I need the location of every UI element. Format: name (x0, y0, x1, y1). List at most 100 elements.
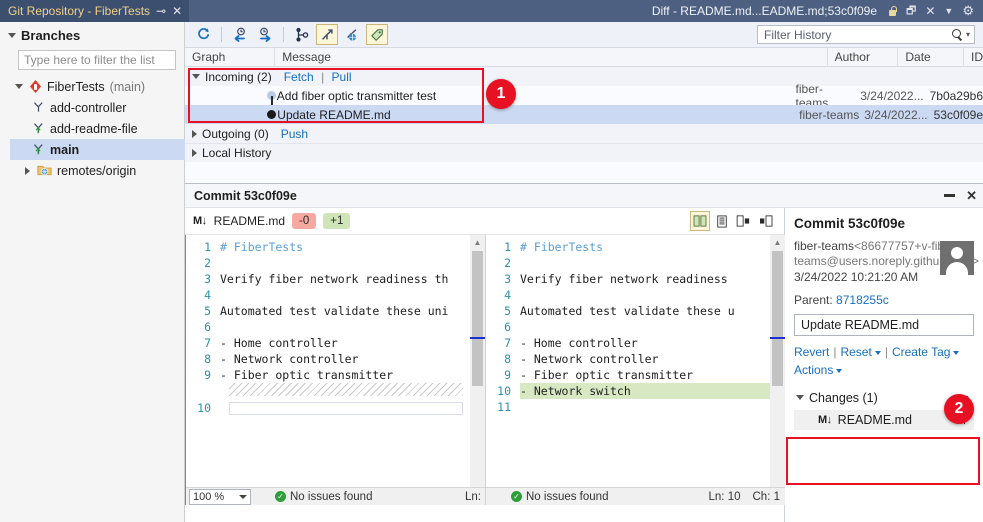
scrollbar-right-pane[interactable]: ▲ ▼ (770, 235, 785, 505)
document-title-area: Diff - README.md...EADME.md;53c0f09e 🗗 ✕… (652, 2, 983, 21)
zoom-level-select[interactable]: 100 % (189, 488, 251, 505)
line-number: 5 (204, 304, 211, 318)
commit-date: 3/24/2022... (864, 107, 928, 122)
history-group-label: Outgoing (0) (202, 126, 269, 141)
line-text: # FiberTests (220, 240, 304, 254)
chevron-down-icon[interactable] (192, 74, 200, 79)
commit-message-input[interactable]: Update README.md (794, 314, 974, 336)
table-row[interactable]: Update README.md fiber-teams 3/24/2022..… (185, 105, 983, 124)
code-line: 1 # FiberTests (186, 239, 485, 255)
tool-window-tab-git-repository[interactable]: Git Repository - FiberTests ⊸ ✕ (0, 0, 190, 22)
line-number: 1 (504, 240, 511, 254)
close-icon[interactable]: ✕ (172, 5, 182, 17)
chevron-right-icon[interactable] (192, 149, 197, 157)
right-only-view-icon[interactable] (756, 211, 776, 231)
float-window-icon[interactable]: 🗗 (906, 2, 916, 21)
diff-pane-left[interactable]: 1 # FiberTests 2 3 Verify fiber network re… (185, 235, 485, 505)
diff-filename: README.md (213, 214, 286, 228)
show-branches-icon[interactable] (316, 24, 338, 45)
column-header-author[interactable]: Author (828, 47, 899, 67)
scroll-up-icon[interactable]: ▲ (770, 235, 785, 249)
branch-tracked-icon (33, 144, 43, 155)
history-group-outgoing[interactable]: Outgoing (0) Push (185, 124, 983, 143)
tree-item-fibertests[interactable]: FiberTests (main) (10, 76, 184, 97)
search-icon[interactable] (951, 29, 963, 40)
table-row[interactable]: Add fiber optic transmitter test fiber-t… (185, 82, 983, 110)
scrollbar-thumb[interactable] (772, 251, 783, 386)
show-tags-icon[interactable] (366, 24, 388, 45)
pull-link[interactable]: Pull (332, 70, 352, 84)
history-group-label: Local History (202, 146, 272, 160)
push-outgoing-icon[interactable] (254, 24, 276, 45)
chevron-down-icon[interactable] (796, 395, 804, 400)
close-icon[interactable]: ✕ (966, 188, 977, 204)
zoom-level-value: 100 % (193, 490, 225, 503)
line-text: Automated test validate these uni (220, 304, 449, 318)
left-only-view-icon[interactable] (734, 211, 754, 231)
line-text (520, 287, 785, 303)
line-number: 9 (504, 368, 511, 382)
pin-icon[interactable]: ⊸ (156, 5, 166, 17)
sidebar-item-add-controller[interactable]: add-controller (10, 97, 184, 118)
scroll-up-icon[interactable]: ▲ (470, 235, 485, 249)
annotation-badge-1: 1 (486, 79, 516, 109)
chevron-right-icon[interactable] (192, 129, 197, 138)
line-number: 6 (504, 320, 511, 334)
scrollbar-thumb[interactable] (472, 251, 483, 386)
push-link[interactable]: Push (281, 127, 308, 141)
history-group-local-history[interactable]: Local History (185, 143, 983, 162)
column-header-id[interactable]: ID (964, 48, 983, 67)
chevron-down-icon[interactable] (953, 350, 960, 355)
markdown-file-icon: M↓ (193, 215, 207, 227)
sidebar-item-remotes-origin[interactable]: remotes/origin (10, 160, 184, 181)
history-group-incoming[interactable]: Incoming (2) Fetch | Pull (185, 67, 983, 86)
parent-commit-link[interactable]: 8718255c (836, 293, 889, 307)
line-text (220, 255, 485, 271)
diff-pane-right[interactable]: 1 # FiberTests 2 3 Verify fiber network re… (485, 235, 785, 505)
commit-parent-row: Parent: 8718255c (794, 293, 974, 307)
column-header-graph[interactable]: Graph (185, 47, 276, 67)
code-line: 1 # FiberTests (486, 239, 785, 255)
code-line: 6 (486, 319, 785, 335)
fetch-link[interactable]: Fetch (284, 70, 314, 84)
revert-button[interactable]: Revert (794, 345, 829, 359)
additions-badge: +1 (323, 213, 351, 229)
line-number: 8 (504, 352, 511, 366)
tree-item-suffix: (main) (109, 79, 146, 94)
actions-menu-button[interactable]: Actions (794, 363, 833, 377)
code-line: 7 - Home controller (486, 335, 785, 351)
chevron-right-icon[interactable] (22, 166, 32, 175)
branch-graph-icon[interactable] (291, 24, 313, 45)
sidebar-item-main[interactable]: main (10, 139, 185, 160)
line-text: - Network controller (220, 352, 359, 366)
history-list: Incoming (2) Fetch | Pull Add fiber opti… (185, 67, 983, 183)
fetch-incoming-icon[interactable] (229, 24, 251, 45)
scrollbar-left-pane[interactable]: ▲ ▼ (470, 235, 485, 505)
inline-view-icon[interactable] (712, 211, 732, 231)
refresh-icon[interactable] (192, 24, 214, 45)
create-tag-button[interactable]: Create Tag (892, 345, 950, 359)
minimize-icon[interactable] (944, 193, 956, 197)
git-repository-window: Git Repository - FiberTests ⊸ ✕ Diff - R… (0, 0, 983, 522)
code-line: 9 - Fiber optic transmitter (486, 367, 785, 383)
gear-icon[interactable]: ⚙ (962, 3, 974, 19)
column-header-date[interactable]: Date (898, 47, 965, 67)
sidebar-item-add-readme-file[interactable]: add-readme-file (10, 118, 184, 139)
title-bar: Git Repository - FiberTests ⊸ ✕ Diff - R… (0, 0, 983, 22)
commit-date: 3/24/2022... (860, 88, 924, 103)
chevron-down-icon[interactable] (874, 350, 881, 355)
chevron-down-icon[interactable] (14, 84, 24, 89)
close-document-icon[interactable]: ✕ (925, 4, 935, 18)
code-line: 4 (486, 287, 785, 303)
chevron-down-icon[interactable]: ▼ (944, 6, 953, 16)
side-by-side-view-icon[interactable] (690, 211, 710, 231)
branches-header[interactable]: Branches (0, 22, 184, 47)
chevron-down-icon[interactable]: ▾ (966, 30, 970, 39)
line-text: - Fiber optic transmitter (520, 368, 694, 382)
column-header-message[interactable]: Message (275, 47, 828, 67)
show-remote-branches-icon[interactable] (341, 24, 363, 45)
chevron-down-icon[interactable] (836, 368, 843, 373)
reset-button[interactable]: Reset (840, 345, 871, 359)
branch-filter-input[interactable]: Type here to filter the list (18, 50, 176, 70)
filter-history-input[interactable]: Filter History ▾ (757, 25, 975, 44)
